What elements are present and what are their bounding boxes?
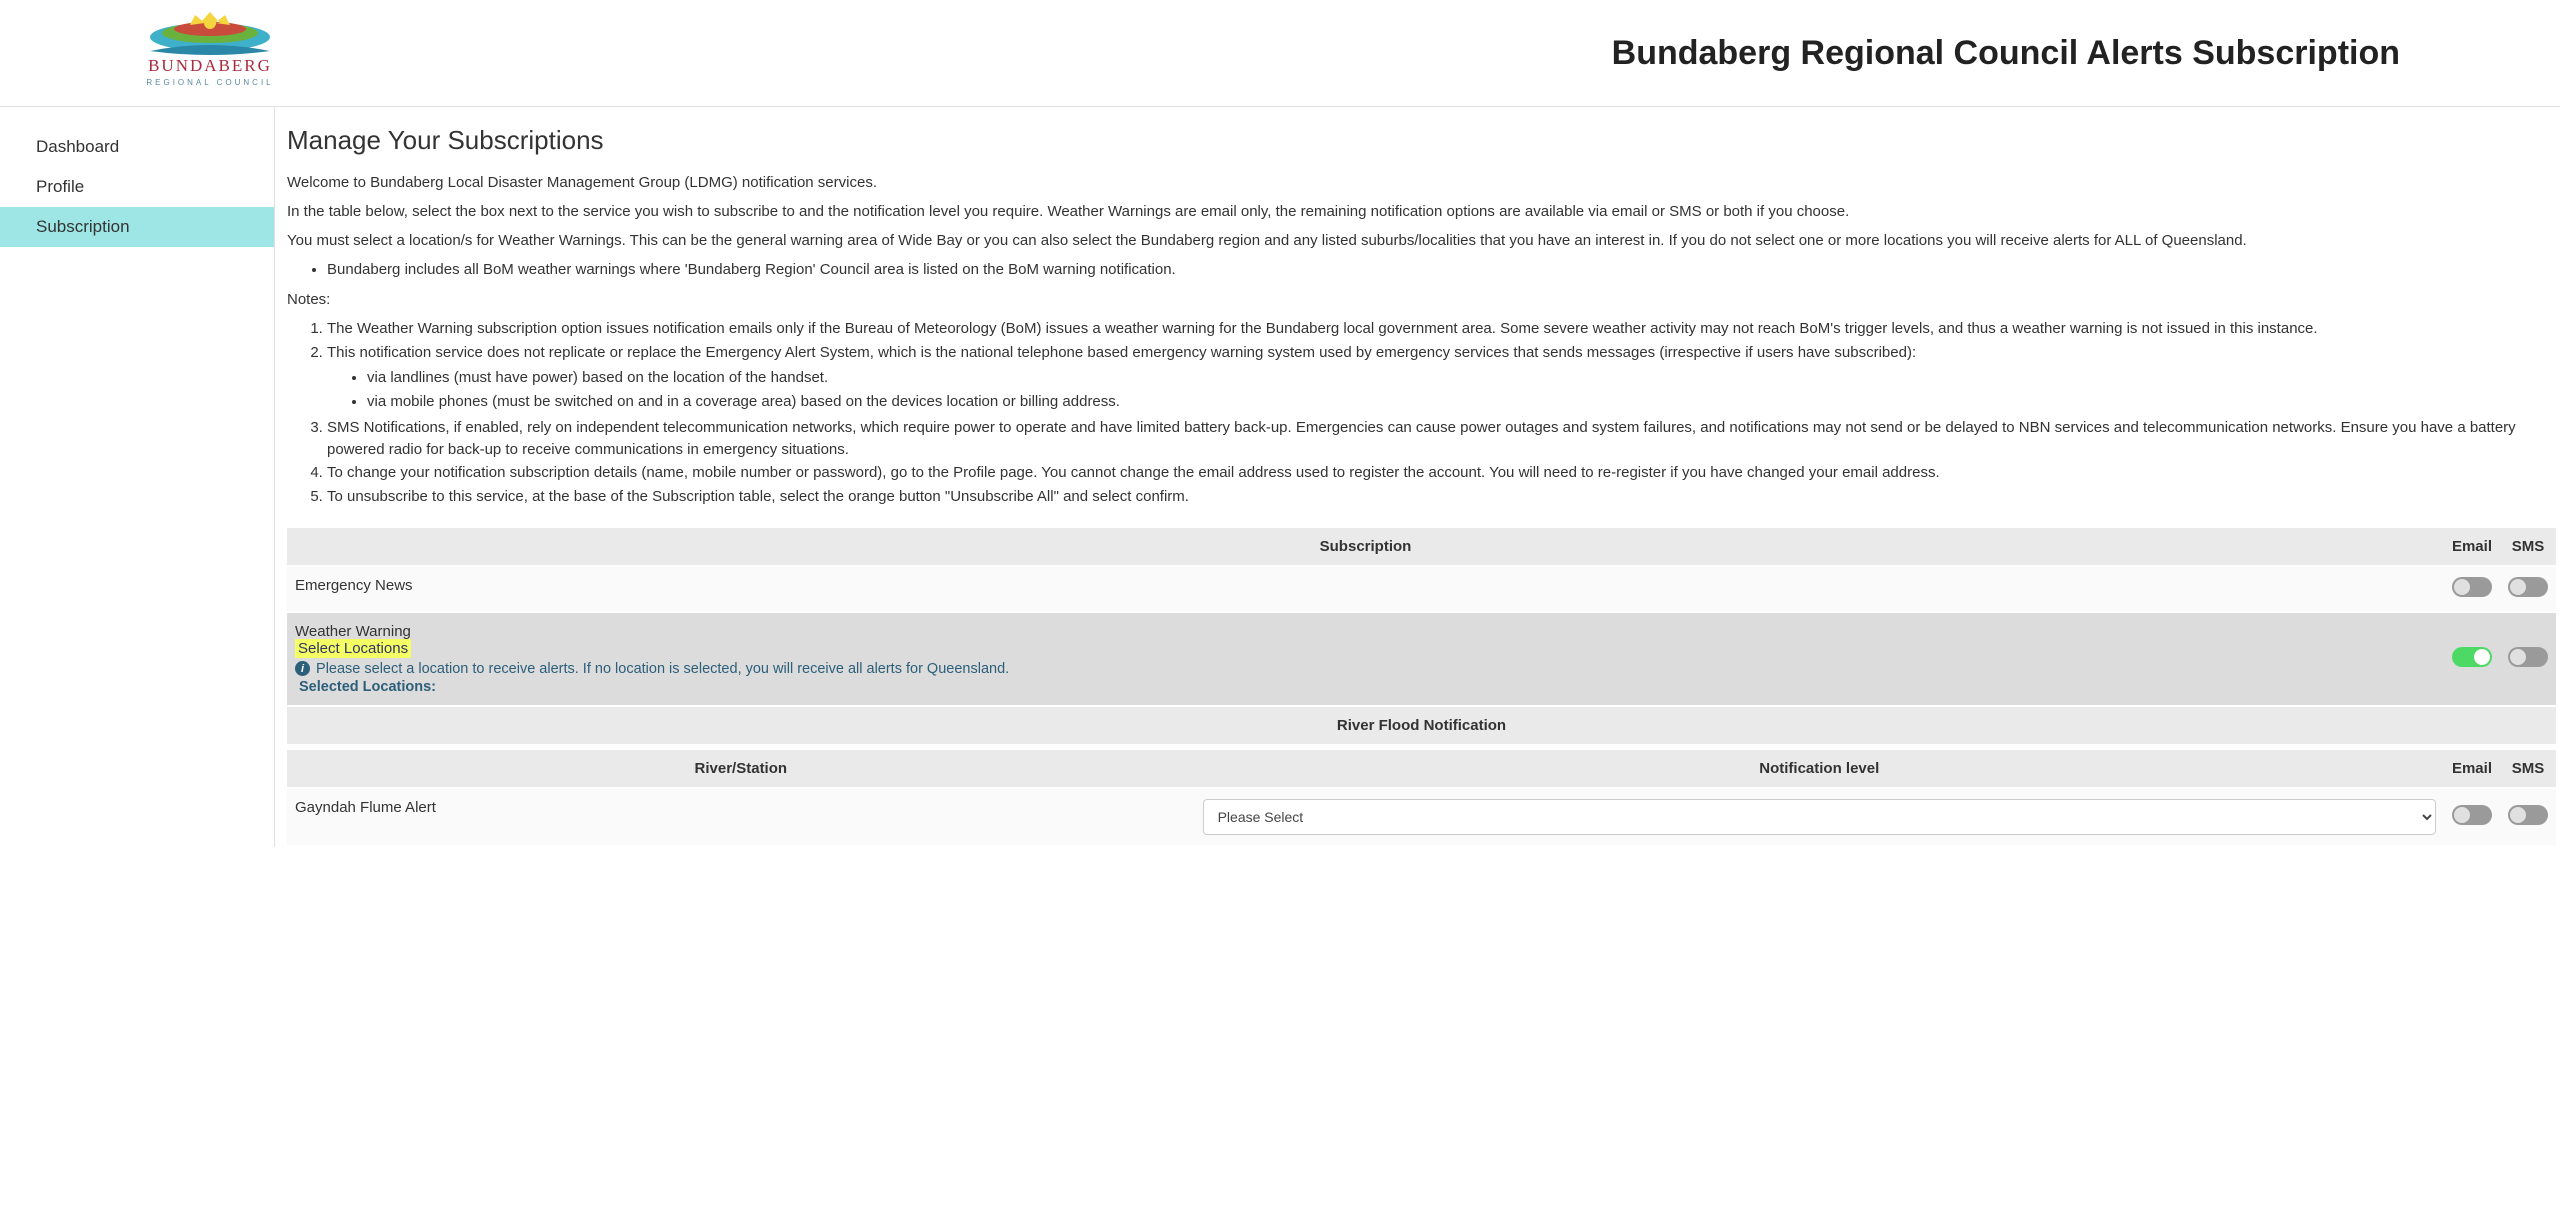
river-section-header: River Flood Notification xyxy=(287,707,2556,744)
notification-level-select[interactable]: Please Select xyxy=(1203,799,2436,835)
note-2-sub-1: via landlines (must have power) based on… xyxy=(367,367,2556,389)
page-title: Bundaberg Regional Council Alerts Subscr… xyxy=(1612,34,2400,73)
header: BUNDABERG REGIONAL COUNCIL Bundaberg Reg… xyxy=(0,0,2560,107)
main-layout: Dashboard Profile Subscription Manage Yo… xyxy=(0,107,2560,847)
table-row: Gayndah Flume Alert Please Select xyxy=(287,789,2556,845)
table-row: Emergency News xyxy=(287,567,2556,611)
note-5: To unsubscribe to this service, at the b… xyxy=(327,486,2556,508)
th-subscription: Subscription xyxy=(287,528,2444,565)
toggle-email-weather[interactable] xyxy=(2452,647,2492,667)
content-area: Manage Your Subscriptions Welcome to Bun… xyxy=(275,107,2560,847)
bundaberg-logo-icon: BUNDABERG REGIONAL COUNCIL xyxy=(110,9,310,97)
note-4: To change your notification subscription… xyxy=(327,462,2556,484)
logo: BUNDABERG REGIONAL COUNCIL xyxy=(100,8,320,98)
row-weather-cell: Weather Warning Select Locations i Pleas… xyxy=(287,613,2444,705)
notes-list: The Weather Warning subscription option … xyxy=(327,318,2556,508)
th-email: Email xyxy=(2444,528,2500,565)
th-river-email: Email xyxy=(2444,750,2500,787)
river-station-name: Gayndah Flume Alert xyxy=(287,789,1195,845)
sidebar-item-profile[interactable]: Profile xyxy=(0,167,274,207)
row-name-emergency: Emergency News xyxy=(287,567,2444,611)
toggle-sms-weather[interactable] xyxy=(2508,647,2548,667)
note-2: This notification service does not repli… xyxy=(327,342,2556,413)
note-2-sub-2: via mobile phones (must be switched on a… xyxy=(367,391,2556,413)
row-name-weather: Weather Warning xyxy=(295,623,2436,640)
section-heading: Manage Your Subscriptions xyxy=(287,125,2556,156)
location-info: i Please select a location to receive al… xyxy=(295,661,2436,677)
toggle-email-emergency[interactable] xyxy=(2452,577,2492,597)
sidebar-item-subscription[interactable]: Subscription xyxy=(0,207,274,247)
intro-p1: Welcome to Bundaberg Local Disaster Mana… xyxy=(287,172,2556,193)
th-sms: SMS xyxy=(2500,528,2556,565)
subscription-table: Subscription Email SMS Emergency News We… xyxy=(287,526,2556,746)
th-level: Notification level xyxy=(1195,750,2444,787)
svg-text:BUNDABERG: BUNDABERG xyxy=(148,56,272,75)
svg-text:REGIONAL COUNCIL: REGIONAL COUNCIL xyxy=(146,78,273,87)
select-locations-link[interactable]: Select Locations xyxy=(295,639,411,658)
th-river-sms: SMS xyxy=(2500,750,2556,787)
notes-label: Notes: xyxy=(287,289,2556,310)
table-header-row: Subscription Email SMS xyxy=(287,528,2556,565)
river-header-row: River/Station Notification level Email S… xyxy=(287,750,2556,787)
river-table: River/Station Notification level Email S… xyxy=(287,748,2556,847)
river-section-title: River Flood Notification xyxy=(287,707,2556,744)
th-river: River/Station xyxy=(287,750,1195,787)
note-1: The Weather Warning subscription option … xyxy=(327,318,2556,340)
info-icon: i xyxy=(295,661,310,676)
note-3: SMS Notifications, if enabled, rely on i… xyxy=(327,417,2556,461)
sidebar: Dashboard Profile Subscription xyxy=(0,107,275,847)
toggle-sms-emergency[interactable] xyxy=(2508,577,2548,597)
toggle-sms-gayndah[interactable] xyxy=(2508,805,2548,825)
table-row: Weather Warning Select Locations i Pleas… xyxy=(287,613,2556,705)
intro-p3: You must select a location/s for Weather… xyxy=(287,230,2556,251)
sidebar-item-dashboard[interactable]: Dashboard xyxy=(0,127,274,167)
intro-bullet: Bundaberg includes all BoM weather warni… xyxy=(327,259,2556,281)
toggle-email-gayndah[interactable] xyxy=(2452,805,2492,825)
intro-p2: In the table below, select the box next … xyxy=(287,201,2556,222)
selected-locations-label: Selected Locations: xyxy=(299,679,2436,695)
